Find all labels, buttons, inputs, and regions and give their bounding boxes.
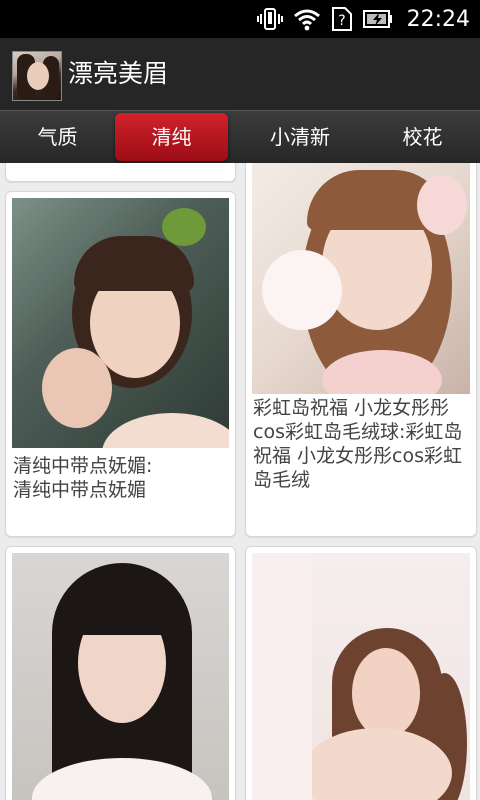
photo-thumbnail[interactable] (12, 553, 229, 800)
photo-thumbnail[interactable] (252, 553, 470, 800)
photo-card[interactable] (245, 546, 477, 800)
photo-caption: 彩虹岛祝福 小龙女彤彤cos彩虹岛毛绒球:彩虹岛祝福 小龙女彤彤cos彩虹岛毛绒 (253, 397, 463, 491)
action-bar: 漂亮美眉 (0, 38, 480, 110)
wifi-icon (293, 9, 320, 31)
photo-card[interactable]: 清纯中带点妩媚: 清纯中带点妩媚 (5, 191, 236, 537)
photo-card[interactable]: 彩虹岛祝福 小龙女彤彤cos彩虹岛毛绒球:彩虹岛祝福 小龙女彤彤cos彩虹岛毛绒 (245, 163, 477, 537)
sim-unknown-icon: ? (331, 7, 352, 31)
tab-xiaoqingxin[interactable]: 小清新 (240, 111, 360, 164)
status-bar: ? 22:24 (0, 0, 480, 38)
tab-bar: 气质 清纯 小清新 校花 (0, 110, 480, 164)
status-icons: ? 22:24 (256, 0, 470, 38)
photo-caption: 清纯中带点妩媚: 清纯中带点妩媚 (13, 455, 153, 501)
tab-xiaohua[interactable]: 校花 (365, 111, 480, 164)
tab-qingchun[interactable]: 清纯 (115, 113, 228, 161)
svg-text:?: ? (338, 13, 345, 29)
vibrate-icon (256, 8, 283, 30)
tab-qizhi[interactable]: 气质 (0, 111, 115, 164)
photo-card-partial[interactable] (5, 163, 236, 182)
app-title: 漂亮美眉 (68, 59, 169, 88)
battery-charging-icon (362, 10, 392, 28)
app-icon[interactable] (12, 51, 62, 101)
photo-thumbnail[interactable] (12, 198, 229, 448)
photo-thumbnail[interactable] (252, 163, 470, 394)
photo-grid[interactable]: 清纯中带点妩媚: 清纯中带点妩媚 彩虹岛祝福 小龙女彤彤cos彩虹岛毛绒球:彩虹… (0, 163, 480, 800)
photo-card[interactable] (5, 546, 236, 800)
status-time: 22:24 (406, 6, 470, 32)
